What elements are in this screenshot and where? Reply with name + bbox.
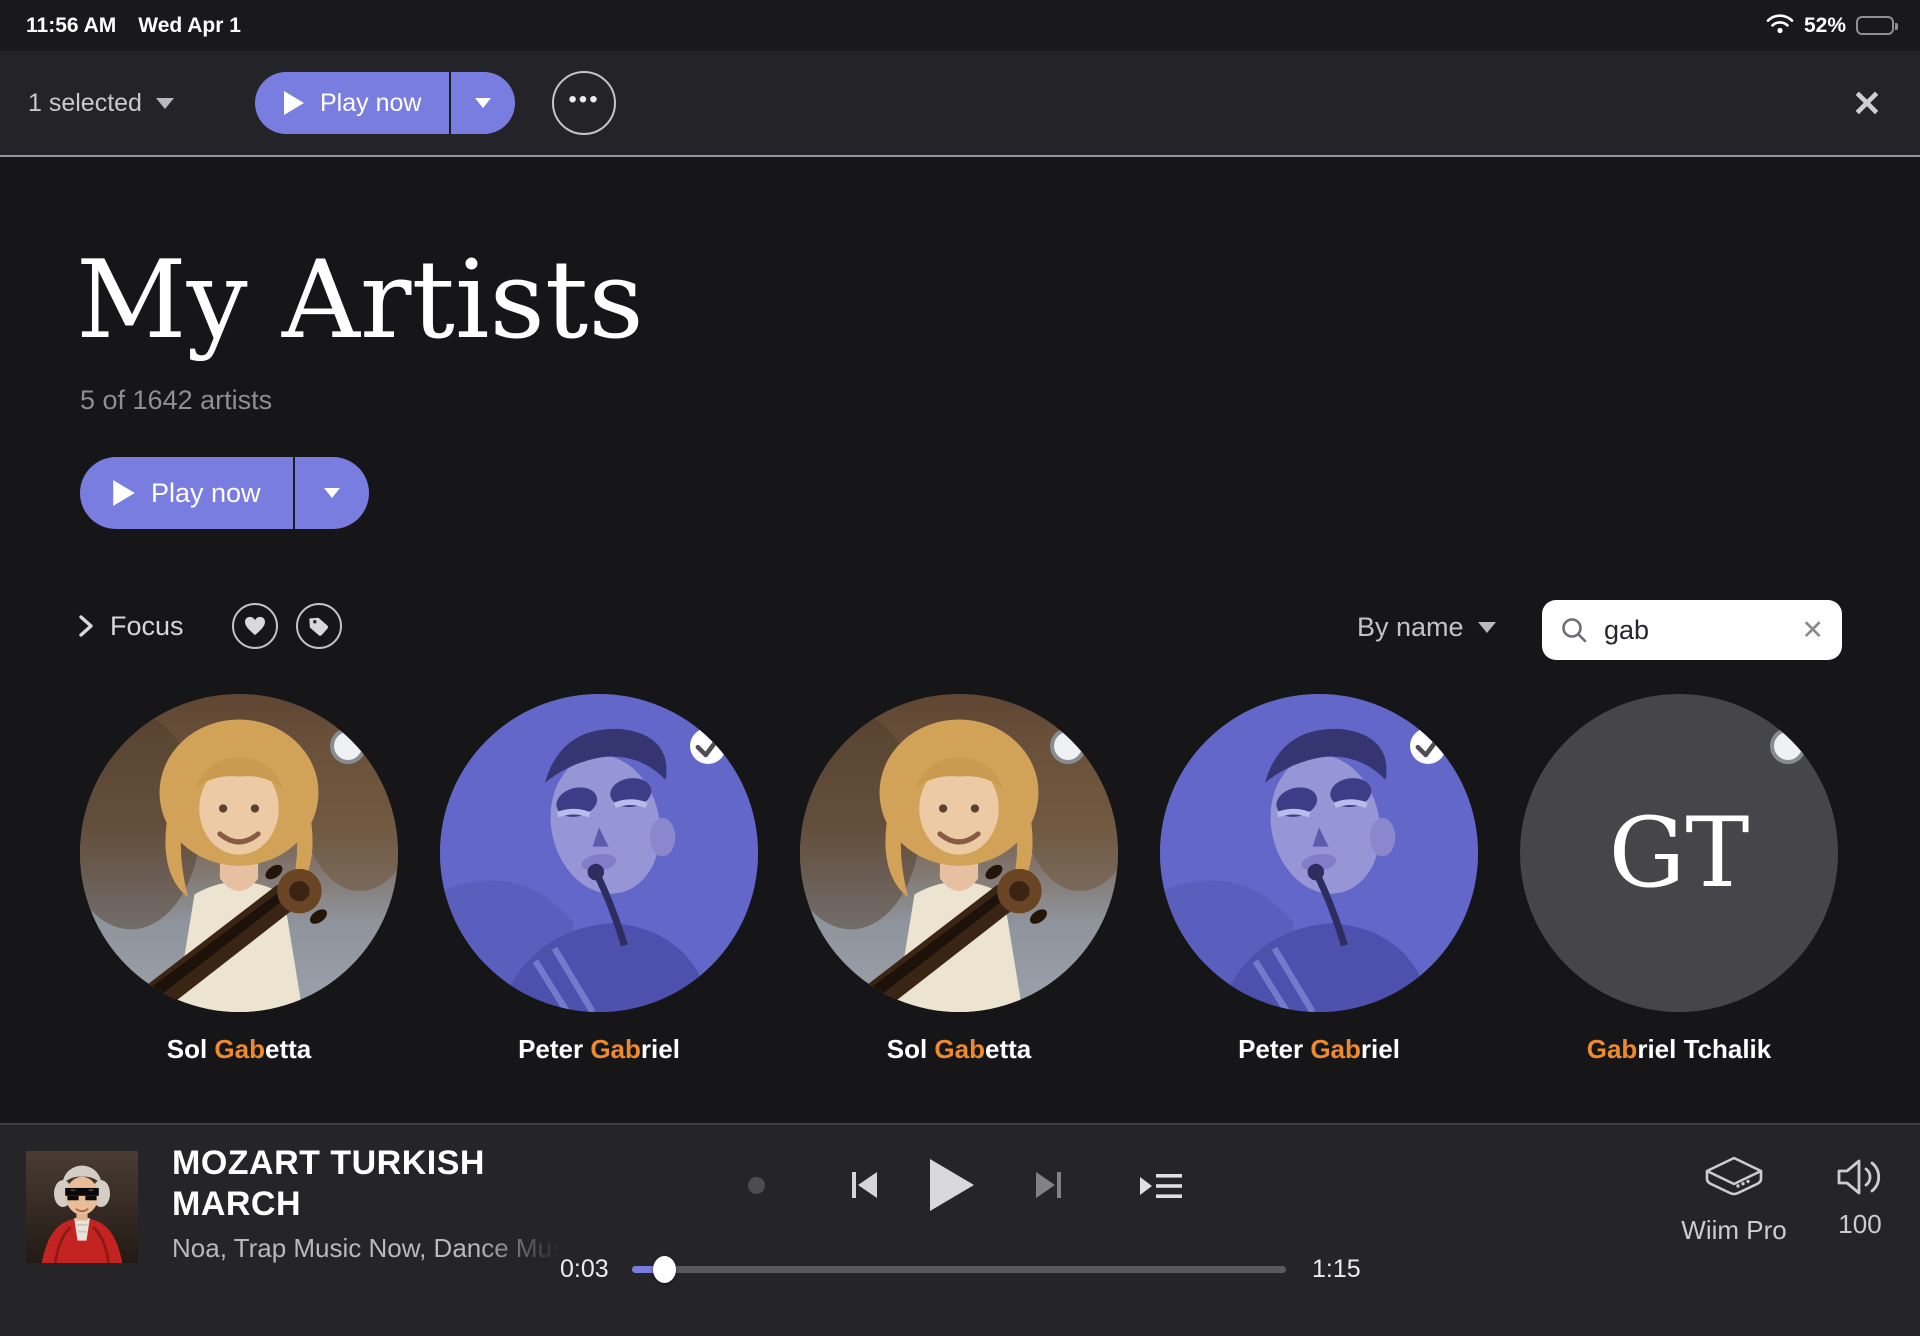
search-match: Gab bbox=[1587, 1034, 1638, 1064]
toolbar-play-now-split-button: Play now bbox=[255, 72, 515, 134]
page-play-now-button[interactable]: Play now bbox=[80, 457, 293, 529]
wifi-icon bbox=[1766, 12, 1794, 40]
page-play-options-button[interactable] bbox=[295, 457, 369, 529]
total-time: 1:15 bbox=[1312, 1255, 1361, 1284]
artist-card[interactable]: Peter Gabriel bbox=[440, 694, 758, 1065]
search-match: Gab bbox=[934, 1034, 985, 1064]
battery-percent-label: 52% bbox=[1804, 14, 1846, 38]
date: Wed Apr 1 bbox=[138, 14, 241, 38]
page-title: My Artists bbox=[76, 247, 644, 355]
artist-photo[interactable] bbox=[80, 694, 398, 1012]
artist-card[interactable]: Sol Gabetta bbox=[80, 694, 398, 1065]
previous-icon bbox=[845, 1166, 883, 1204]
focus-label: Focus bbox=[110, 611, 184, 642]
artist-name: Sol Gabetta bbox=[800, 1034, 1118, 1065]
tag-icon bbox=[308, 615, 330, 637]
ellipsis-icon: ••• bbox=[568, 86, 599, 114]
search-input[interactable] bbox=[1602, 614, 1787, 647]
search-icon bbox=[1560, 616, 1588, 644]
seek-handle[interactable] bbox=[653, 1256, 676, 1283]
artist-photo[interactable] bbox=[440, 694, 758, 1012]
sort-dropdown[interactable]: By name bbox=[1357, 612, 1496, 643]
select-checkbox[interactable] bbox=[1050, 728, 1086, 764]
volume-control[interactable]: 100 bbox=[1800, 1155, 1920, 1240]
artist-card[interactable]: Sol Gabetta bbox=[800, 694, 1118, 1065]
volume-level-label: 100 bbox=[1838, 1209, 1881, 1240]
seek-bar[interactable] bbox=[632, 1266, 1286, 1273]
queue-button[interactable] bbox=[1138, 1171, 1184, 1206]
play-button[interactable] bbox=[928, 1157, 976, 1218]
chevron-down-icon bbox=[1478, 622, 1496, 633]
search-match: Gab bbox=[214, 1034, 265, 1064]
close-icon: ✕ bbox=[1852, 83, 1882, 124]
artist-grid: Sol Gabetta Peter Gabriel Sol Gabetta bbox=[80, 694, 1838, 1065]
playback-mode-dot-icon bbox=[748, 1177, 765, 1194]
check-icon bbox=[1410, 728, 1446, 764]
track-title: MOZART TURKISH MARCH bbox=[172, 1143, 552, 1225]
artist-name: Gabriel Tchalik bbox=[1520, 1034, 1838, 1065]
artist-initials-avatar[interactable]: GT bbox=[1520, 694, 1838, 1012]
elapsed-time: 0:03 bbox=[560, 1255, 609, 1284]
selected-count-label: 1 selected bbox=[28, 89, 142, 118]
chevron-down-icon bbox=[324, 488, 340, 498]
search-match: Gab bbox=[590, 1034, 641, 1064]
chevron-down-icon bbox=[475, 98, 491, 108]
focus-toggle[interactable]: Focus bbox=[76, 611, 184, 642]
artist-name: Sol Gabetta bbox=[80, 1034, 398, 1065]
search-match: Gab bbox=[1310, 1034, 1361, 1064]
my-artists-page: My Artists 5 of 1642 artists Play now Fo… bbox=[0, 157, 1920, 1123]
previous-track-button[interactable] bbox=[845, 1166, 883, 1209]
toolbar-play-options-button[interactable] bbox=[451, 72, 515, 134]
album-art[interactable] bbox=[26, 1151, 138, 1263]
battery-icon bbox=[1856, 16, 1894, 35]
status-bar: 11:56 AM Wed Apr 1 52% bbox=[0, 0, 1920, 51]
play-icon bbox=[112, 479, 136, 507]
volume-icon bbox=[1835, 1155, 1885, 1199]
check-icon bbox=[690, 728, 726, 764]
artist-name: Peter Gabriel bbox=[1160, 1034, 1478, 1065]
heart-icon bbox=[244, 616, 266, 636]
play-icon bbox=[928, 1157, 976, 1213]
track-artists: Noa, Trap Music Now, Dance Music N bbox=[172, 1233, 564, 1264]
seek-bar-fill bbox=[632, 1266, 665, 1273]
zone-selector[interactable]: Wiim Pro bbox=[1674, 1155, 1794, 1246]
streamer-device-icon bbox=[1702, 1155, 1766, 1205]
selected-count-dropdown[interactable]: 1 selected bbox=[28, 51, 174, 155]
artist-name: Peter Gabriel bbox=[440, 1034, 758, 1065]
sort-label: By name bbox=[1357, 612, 1464, 643]
select-checkbox[interactable] bbox=[1770, 728, 1806, 764]
next-icon bbox=[1030, 1166, 1068, 1204]
artist-search-box: ✕ bbox=[1542, 600, 1842, 660]
now-playing-bar: MOZART TURKISH MARCH Noa, Trap Music Now… bbox=[0, 1123, 1920, 1336]
artist-count-label: 5 of 1642 artists bbox=[80, 385, 272, 416]
toolbar-play-now-label: Play now bbox=[320, 89, 421, 118]
select-checkbox[interactable] bbox=[690, 728, 726, 764]
chevron-down-icon bbox=[156, 98, 174, 109]
artist-photo[interactable] bbox=[800, 694, 1118, 1012]
select-checkbox[interactable] bbox=[330, 728, 366, 764]
track-info[interactable]: MOZART TURKISH MARCH Noa, Trap Music Now… bbox=[172, 1143, 564, 1264]
zone-name-label: Wiim Pro bbox=[1681, 1215, 1786, 1246]
clock: 11:56 AM bbox=[26, 14, 116, 38]
page-play-now-split-button: Play now bbox=[80, 457, 369, 529]
toolbar-play-now-button[interactable]: Play now bbox=[255, 72, 449, 134]
selection-toolbar: 1 selected Play now ••• ✕ bbox=[0, 51, 1920, 157]
artist-card[interactable]: GT Gabriel Tchalik bbox=[1520, 694, 1838, 1065]
page-play-now-label: Play now bbox=[151, 478, 261, 509]
next-track-button[interactable] bbox=[1030, 1166, 1068, 1209]
tags-filter-button[interactable] bbox=[296, 603, 342, 649]
artist-photo[interactable] bbox=[1160, 694, 1478, 1012]
more-options-button[interactable]: ••• bbox=[552, 71, 616, 135]
artist-card[interactable]: Peter Gabriel bbox=[1160, 694, 1478, 1065]
chevron-right-icon bbox=[76, 613, 96, 639]
favorites-filter-button[interactable] bbox=[232, 603, 278, 649]
close-selection-button[interactable]: ✕ bbox=[1852, 83, 1882, 125]
select-checkbox[interactable] bbox=[1410, 728, 1446, 764]
queue-icon bbox=[1138, 1171, 1184, 1201]
clear-search-button[interactable]: ✕ bbox=[1801, 615, 1824, 646]
play-icon bbox=[283, 90, 305, 116]
